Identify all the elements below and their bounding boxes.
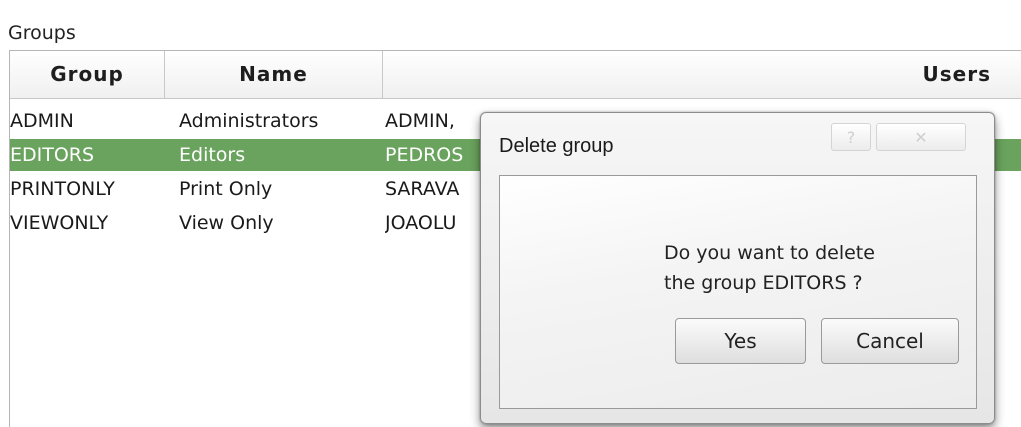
groups-panel-title: Groups xyxy=(8,22,76,44)
dialog-title: Delete group xyxy=(499,135,614,157)
cell-group: PRINTONLY xyxy=(10,178,115,200)
column-header-users[interactable]: Users xyxy=(383,51,1021,98)
cell-name: Editors xyxy=(179,144,246,166)
dialog-body: Do you want to delete the group EDITORS … xyxy=(499,175,977,409)
cell-name: Administrators xyxy=(179,110,319,132)
cell-name: Print Only xyxy=(179,178,273,200)
column-header-group[interactable]: Group xyxy=(10,51,165,98)
dialog-message-line1: Do you want to delete xyxy=(664,242,875,264)
yes-button[interactable]: Yes xyxy=(675,318,806,364)
cell-name: View Only xyxy=(179,212,274,234)
dialog-message-line2: the group EDITORS ? xyxy=(664,272,863,294)
column-header-name[interactable]: Name xyxy=(165,51,383,98)
table-header: Group Name Users xyxy=(10,51,1021,99)
help-question-icon[interactable]: ? xyxy=(831,123,871,151)
delete-group-dialog: Delete group ? ✕ Do you want to delete t… xyxy=(480,112,995,424)
close-icon[interactable]: ✕ xyxy=(876,123,966,151)
groups-window: Groups Group Name Users ADMIN Administra… xyxy=(0,0,1021,427)
cell-group: EDITORS xyxy=(10,144,95,166)
cell-group: ADMIN xyxy=(10,110,74,132)
cancel-button[interactable]: Cancel xyxy=(821,318,959,364)
cell-group: VIEWONLY xyxy=(10,212,109,234)
